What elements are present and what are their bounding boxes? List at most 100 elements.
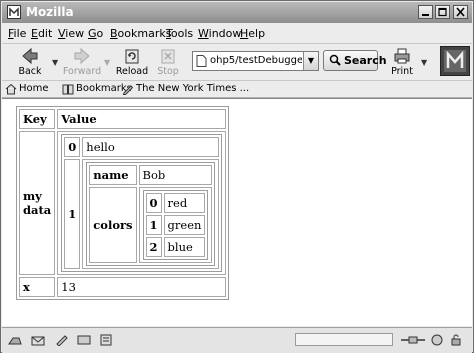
- menu-accelerator: H: [240, 27, 249, 40]
- menu-bookmarks[interactable]: Bookmarks: [110, 27, 171, 40]
- print-label: Print: [391, 66, 413, 77]
- navigation-toolbar: Back ▼ Forward ▼ Reload Stop ohp5/testDe…: [2, 44, 472, 81]
- home-icon: [5, 83, 17, 95]
- header-key: Key: [19, 109, 56, 129]
- close-icon: [456, 7, 465, 17]
- mail-icon[interactable]: [31, 334, 45, 346]
- minimize-icon: [422, 14, 429, 16]
- back-dropdown-icon[interactable]: ▼: [52, 58, 58, 67]
- row-key-my-data: my data: [19, 131, 56, 275]
- forward-button[interactable]: Forward: [62, 44, 102, 80]
- maximize-icon: [438, 7, 447, 17]
- stop-icon: [161, 49, 175, 64]
- printer-icon: [394, 48, 410, 64]
- menu-file[interactable]: File: [8, 27, 26, 40]
- forward-label: Forward: [62, 66, 102, 77]
- progress-field: [295, 333, 393, 346]
- bookmarks-menu[interactable]: Bookmarks: [62, 83, 132, 96]
- security-lock-icon[interactable]: [449, 334, 463, 346]
- search-button[interactable]: Search: [323, 50, 387, 71]
- menu-tools[interactable]: Tools: [166, 27, 193, 40]
- table-row: 1 green: [145, 215, 206, 235]
- table-row: my data 0 hello 1 name Bob colors 0 red …: [19, 131, 227, 275]
- table-row: 0 red: [145, 193, 206, 213]
- color-value: red: [163, 193, 206, 213]
- forward-dropdown-icon[interactable]: ▼: [104, 58, 110, 67]
- title-bar[interactable]: Mozilla: [2, 2, 472, 23]
- search-label: Search: [344, 54, 387, 67]
- key-name: name: [89, 165, 137, 185]
- menu-accelerator: B: [110, 27, 118, 40]
- online-status-icon[interactable]: [400, 334, 426, 346]
- url-bar[interactable]: ohp5/testDebugger.php ▼: [192, 51, 319, 71]
- menu-bar: File Edit View Go Bookmarks Tools Window…: [2, 24, 472, 44]
- reload-icon: [125, 49, 139, 64]
- menu-view[interactable]: View: [58, 27, 84, 40]
- table-row: x 13: [19, 277, 227, 297]
- forward-arrow-icon: [74, 47, 90, 65]
- navigator-icon[interactable]: [8, 334, 22, 346]
- nested-table-level1: 0 hello 1 name Bob colors 0 red 1 green …: [61, 134, 223, 272]
- search-icon: [329, 54, 341, 66]
- row-value-x: 13: [57, 277, 227, 297]
- reload-button[interactable]: Reload: [114, 44, 150, 80]
- browser-window: Mozilla File Edit View Go Bookmarks Tool…: [0, 0, 474, 353]
- color-value: blue: [163, 237, 206, 257]
- menu-accelerator: W: [198, 27, 209, 40]
- menu-edit[interactable]: Edit: [31, 27, 52, 40]
- index-0: 0: [64, 137, 81, 157]
- color-index: 1: [145, 215, 162, 235]
- menu-window[interactable]: Window: [198, 27, 241, 40]
- value-colors: 0 red 1 green 2 blue: [138, 187, 213, 263]
- table-row: name Bob: [89, 165, 213, 185]
- chat-icon[interactable]: [77, 334, 91, 346]
- menu-accelerator: G: [88, 27, 97, 40]
- mozilla-throbber[interactable]: [440, 46, 470, 76]
- print-dropdown-icon[interactable]: ▼: [421, 58, 427, 67]
- mozilla-app-icon: [7, 5, 21, 19]
- menu-accelerator: T: [166, 27, 171, 40]
- home-link[interactable]: Home: [5, 83, 55, 96]
- header-value: Value: [57, 109, 227, 129]
- color-index: 0: [145, 193, 162, 213]
- back-button[interactable]: Back: [10, 44, 50, 80]
- color-value: green: [163, 215, 206, 235]
- bookmark-pencil-icon: [122, 85, 134, 95]
- page-content: Key Value my data 0 hello 1 name Bob col…: [2, 98, 472, 326]
- value-hello: hello: [82, 137, 220, 157]
- composer-icon[interactable]: [55, 334, 69, 346]
- key-colors: colors: [89, 187, 137, 263]
- status-bar: [2, 327, 472, 353]
- table-row: 1 name Bob colors 0 red 1 green 2 blue: [64, 159, 220, 269]
- address-book-icon[interactable]: [99, 334, 113, 346]
- back-label: Back: [18, 66, 42, 77]
- personal-toolbar: Home Bookmarks The New York Times ...: [2, 81, 472, 98]
- url-text[interactable]: ohp5/testDebugger.php: [210, 55, 302, 66]
- home-label: Home: [19, 83, 49, 94]
- table-header-row: Key Value: [19, 109, 227, 129]
- row-key-x: x: [19, 277, 56, 297]
- minimize-button[interactable]: [418, 5, 433, 19]
- print-button[interactable]: Print: [386, 44, 418, 80]
- maximize-button[interactable]: [435, 5, 450, 19]
- menu-help[interactable]: Help: [240, 27, 265, 40]
- reload-label: Reload: [115, 66, 149, 77]
- table-row: colors 0 red 1 green 2 blue: [89, 187, 213, 263]
- row-value-my-data: 0 hello 1 name Bob colors 0 red 1 green …: [57, 131, 227, 275]
- cookie-icon[interactable]: [430, 334, 444, 346]
- page-icon: [196, 55, 207, 67]
- nyt-label: The New York Times ...: [136, 83, 250, 94]
- mozilla-logo-icon: [444, 50, 466, 72]
- back-arrow-icon: [22, 47, 38, 65]
- window-title: Mozilla: [26, 5, 74, 19]
- value-object: name Bob colors 0 red 1 green 2 blue: [82, 159, 220, 269]
- menu-go[interactable]: Go: [88, 27, 103, 40]
- nested-table-level2: name Bob colors 0 red 1 green 2 blue: [86, 162, 216, 266]
- bookmarks-icon: [62, 84, 74, 95]
- stop-button[interactable]: Stop: [152, 44, 184, 80]
- stop-label: Stop: [157, 66, 179, 77]
- close-button[interactable]: [453, 5, 468, 19]
- url-dropdown-icon[interactable]: ▼: [303, 52, 318, 70]
- nyt-bookmark[interactable]: The New York Times ...: [122, 83, 249, 96]
- menu-accelerator: V: [58, 27, 66, 40]
